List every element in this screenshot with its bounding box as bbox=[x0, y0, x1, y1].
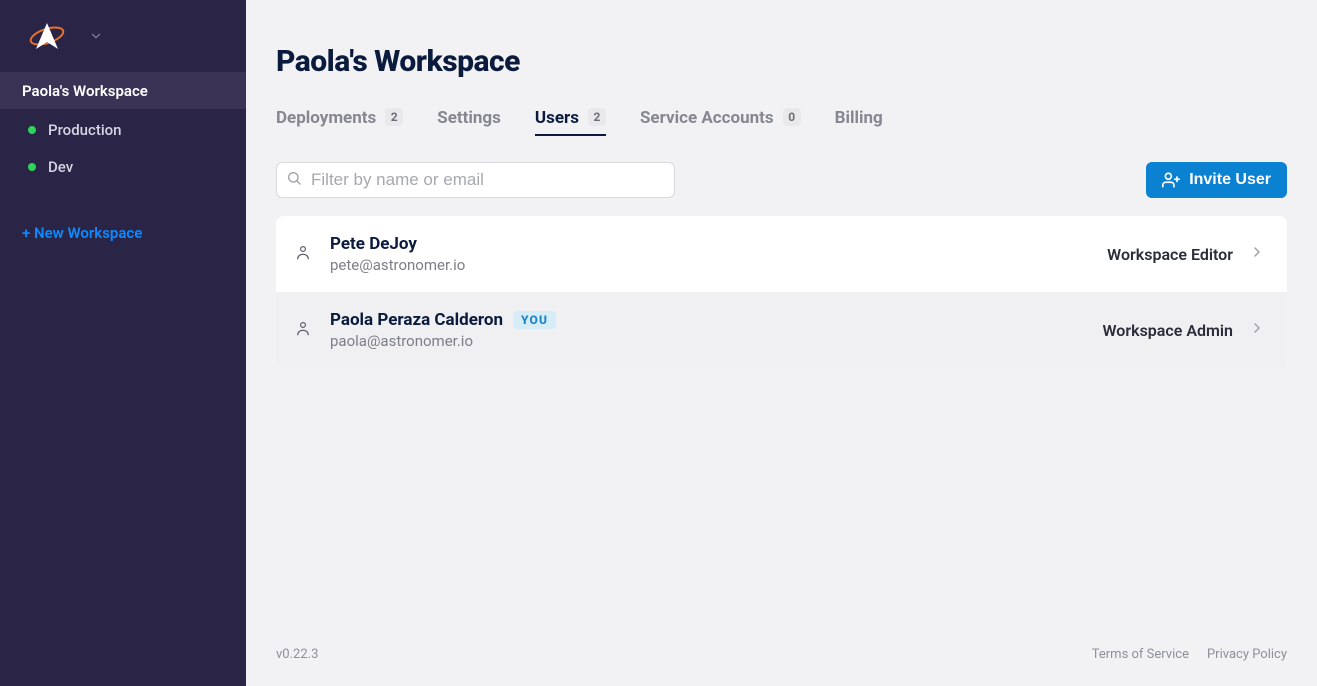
new-workspace-label: + New Workspace bbox=[22, 224, 142, 242]
user-name: Paola Peraza Calderon bbox=[330, 310, 503, 330]
tab-billing[interactable]: Billing bbox=[835, 110, 883, 136]
user-role: Workspace Admin bbox=[1103, 321, 1234, 340]
invite-user-button[interactable]: Invite User bbox=[1146, 162, 1287, 198]
user-email: paola@astronomer.io bbox=[330, 332, 556, 350]
tab-label: Settings bbox=[437, 110, 501, 127]
sidebar-header bbox=[0, 0, 246, 72]
tab-label: Service Accounts bbox=[640, 110, 774, 127]
action-row: Invite User bbox=[276, 162, 1287, 198]
user-email: pete@astronomer.io bbox=[330, 256, 465, 274]
version-text: v0.22.3 bbox=[276, 647, 318, 662]
search-icon bbox=[286, 170, 302, 190]
search-input[interactable] bbox=[276, 162, 675, 198]
page-title: Paola's Workspace bbox=[276, 44, 1287, 79]
status-dot-icon bbox=[28, 126, 36, 134]
footer: v0.22.3 Terms of Service Privacy Policy bbox=[276, 647, 1287, 662]
user-row-left: Paola Peraza Calderon YOU paola@astronom… bbox=[294, 310, 556, 350]
user-list: Pete DeJoy pete@astronomer.io Workspace … bbox=[276, 216, 1287, 368]
sidebar-nav: Paola's Workspace Production Dev + New W… bbox=[0, 72, 246, 255]
tab-count-badge: 0 bbox=[783, 108, 801, 126]
tab-label: Deployments bbox=[276, 110, 376, 127]
user-row-right: Workspace Admin bbox=[1103, 320, 1266, 340]
sidebar-item-production[interactable]: Production bbox=[0, 111, 246, 148]
sidebar-item-dev[interactable]: Dev bbox=[0, 148, 246, 185]
tab-users[interactable]: Users 2 bbox=[535, 109, 606, 136]
user-row[interactable]: Pete DeJoy pete@astronomer.io Workspace … bbox=[276, 216, 1287, 292]
sidebar-item-workspace[interactable]: Paola's Workspace bbox=[0, 72, 246, 109]
you-badge: YOU bbox=[513, 311, 556, 329]
main-content: Paola's Workspace Deployments 2 Settings… bbox=[246, 0, 1317, 686]
user-text: Paola Peraza Calderon YOU paola@astronom… bbox=[330, 310, 556, 350]
user-role: Workspace Editor bbox=[1107, 245, 1233, 264]
astronomer-logo bbox=[28, 22, 66, 50]
user-plus-icon bbox=[1162, 171, 1180, 189]
tab-count-badge: 2 bbox=[588, 108, 606, 126]
tab-count-badge: 2 bbox=[385, 108, 403, 126]
user-icon bbox=[294, 243, 312, 265]
footer-link-privacy[interactable]: Privacy Policy bbox=[1207, 647, 1287, 662]
user-row[interactable]: Paola Peraza Calderon YOU paola@astronom… bbox=[276, 292, 1287, 368]
user-icon bbox=[294, 319, 312, 341]
chevron-right-icon bbox=[1249, 244, 1265, 264]
chevron-right-icon bbox=[1249, 320, 1265, 340]
user-row-left: Pete DeJoy pete@astronomer.io bbox=[294, 234, 465, 274]
footer-link-terms[interactable]: Terms of Service bbox=[1092, 647, 1189, 662]
tab-label: Users bbox=[535, 110, 579, 127]
org-switcher-dropdown[interactable] bbox=[82, 22, 110, 50]
user-name: Pete DeJoy bbox=[330, 234, 417, 254]
sidebar: Paola's Workspace Production Dev + New W… bbox=[0, 0, 246, 686]
status-dot-icon bbox=[28, 163, 36, 171]
invite-user-label: Invite User bbox=[1189, 171, 1271, 189]
tab-deployments[interactable]: Deployments 2 bbox=[276, 109, 403, 136]
chevron-down-icon bbox=[89, 29, 103, 43]
sidebar-item-label: Dev bbox=[48, 158, 73, 176]
tab-settings[interactable]: Settings bbox=[437, 110, 501, 136]
search-wrapper bbox=[276, 162, 675, 198]
tabs: Deployments 2 Settings Users 2 Service A… bbox=[276, 109, 1287, 136]
sidebar-item-label: Production bbox=[48, 121, 122, 139]
footer-links: Terms of Service Privacy Policy bbox=[1092, 647, 1287, 662]
new-workspace-button[interactable]: + New Workspace bbox=[0, 211, 246, 255]
tab-label: Billing bbox=[835, 110, 883, 127]
user-text: Pete DeJoy pete@astronomer.io bbox=[330, 234, 465, 274]
sidebar-item-label: Paola's Workspace bbox=[22, 82, 148, 100]
user-row-right: Workspace Editor bbox=[1107, 244, 1265, 264]
tab-service-accounts[interactable]: Service Accounts 0 bbox=[640, 109, 801, 136]
